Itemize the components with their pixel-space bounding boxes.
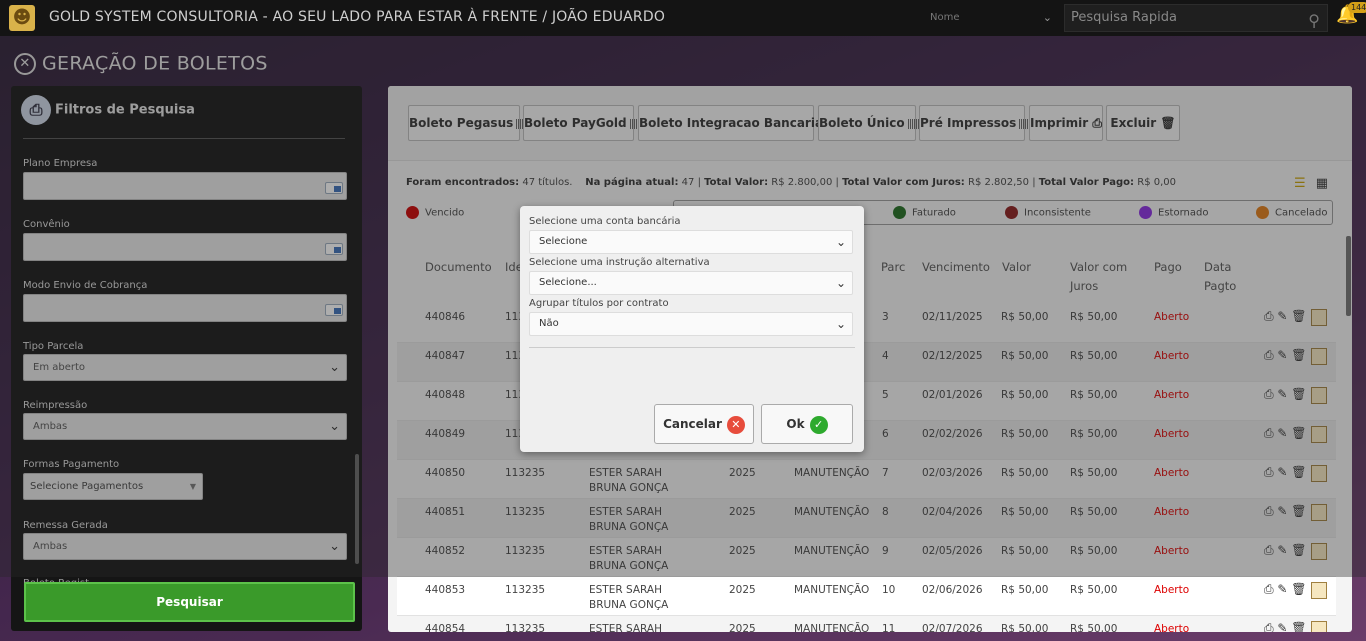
notification-badge: 144: [1348, 2, 1366, 13]
boleto-options-dialog: Selecione uma conta bancária Selecione ⌄…: [520, 206, 864, 452]
cell-nome: ESTER SARAH: [589, 622, 662, 632]
cell-ide: 113235: [505, 584, 546, 596]
cell-pago: Aberto: [1154, 584, 1190, 596]
agrupar-contrato-label: Agrupar títulos por contrato: [529, 298, 669, 309]
cell-pago: Aberto: [1154, 623, 1190, 632]
search-field-select-value: Nome: [930, 12, 960, 23]
cell-valor-juros: R$ 50,00: [1070, 584, 1118, 596]
chevron-down-icon: ⌄: [835, 317, 846, 331]
agrupar-contrato-value: Não: [539, 318, 559, 329]
cell-descricao: MANUTENÇÃO: [794, 623, 870, 632]
pesquisar-button[interactable]: Pesquisar: [24, 582, 355, 622]
cell-nome: ESTER SARAH BRUNA GONÇA: [589, 583, 668, 613]
cell-nome-line1: ESTER SARAH: [589, 623, 662, 632]
cell-ide: 113235: [505, 623, 546, 632]
row-actions: ⎙ ✎ 🗑: [1264, 621, 1328, 632]
cell-documento: 440853: [425, 584, 466, 596]
book-icon[interactable]: [1311, 582, 1328, 599]
search-icon[interactable]: ⚲: [1308, 8, 1320, 34]
instrucao-alternativa-select[interactable]: Selecione... ⌄: [529, 271, 853, 295]
table-row[interactable]: 440853 113235 2025 MANUTENÇÃO 10 02/06/2026 R$…: [397, 577, 1336, 616]
cell-vencimento: 02/06/2026: [922, 584, 983, 596]
agrupar-contrato-select[interactable]: Não ⌄: [529, 312, 853, 336]
cell-vencimento: 02/07/2026: [922, 623, 983, 632]
cell-documento: 440854: [425, 623, 466, 632]
chevron-down-icon: ⌄: [1042, 11, 1052, 24]
cell-nome-line1: ESTER SARAH: [589, 584, 662, 596]
book-icon[interactable]: [1311, 621, 1328, 632]
cell-valor: R$ 50,00: [1001, 584, 1049, 596]
edit-icon[interactable]: ✎: [1277, 582, 1291, 596]
cell-descricao: MANUTENÇÃO: [794, 584, 870, 596]
chevron-down-icon: ⌄: [835, 235, 846, 249]
cell-nome-line2: BRUNA GONÇA: [589, 599, 669, 611]
table-row[interactable]: 440854 113235 2025 MANUTENÇÃO 11 02/07/2026 R$…: [397, 616, 1336, 632]
check-icon: ✓: [809, 415, 828, 434]
conta-bancaria-value: Selecione: [539, 236, 588, 247]
cell-valor: R$ 50,00: [1001, 623, 1049, 632]
search-field-select[interactable]: Nome ⌄: [926, 4, 1056, 32]
instrucao-alternativa-value: Selecione...: [539, 277, 597, 288]
instrucao-alternativa-label: Selecione uma instrução alternativa: [529, 257, 710, 268]
page-scrollbar[interactable]: [1346, 236, 1351, 316]
quick-search-input[interactable]: Pesquisa Rapida ⚲: [1064, 4, 1328, 32]
trash-icon[interactable]: 🗑: [1291, 582, 1310, 596]
trash-icon[interactable]: 🗑: [1291, 621, 1310, 632]
cancel-x-icon: ✕: [726, 415, 745, 434]
cell-valor-juros: R$ 50,00: [1070, 623, 1118, 632]
cancel-button[interactable]: Cancelar ✕: [654, 404, 754, 444]
quick-search-placeholder: Pesquisa Rapida: [1071, 10, 1177, 25]
cancel-label: Cancelar: [663, 417, 722, 431]
top-bar: ☻ GOLD SYSTEM CONSULTORIA - AO SEU LADO …: [0, 0, 1366, 36]
conta-bancaria-select[interactable]: Selecione ⌄: [529, 230, 853, 254]
cell-ano: 2025: [729, 623, 756, 632]
cell-parc: 10: [882, 584, 896, 596]
app-title: GOLD SYSTEM CONSULTORIA - AO SEU LADO PA…: [49, 9, 666, 25]
divider: [529, 347, 855, 348]
ok-label: Ok: [786, 417, 805, 431]
row-actions: ⎙ ✎ 🗑: [1264, 582, 1328, 599]
ok-button[interactable]: Ok ✓: [761, 404, 853, 444]
cell-parc: 11: [882, 623, 896, 632]
print-icon[interactable]: ⎙: [1264, 621, 1277, 632]
user-avatar-icon[interactable]: ☻: [9, 5, 35, 31]
edit-icon[interactable]: ✎: [1277, 621, 1291, 632]
conta-bancaria-label: Selecione uma conta bancária: [529, 216, 681, 227]
print-icon[interactable]: ⎙: [1264, 582, 1277, 596]
chevron-down-icon: ⌄: [835, 276, 846, 290]
cell-ano: 2025: [729, 584, 756, 596]
